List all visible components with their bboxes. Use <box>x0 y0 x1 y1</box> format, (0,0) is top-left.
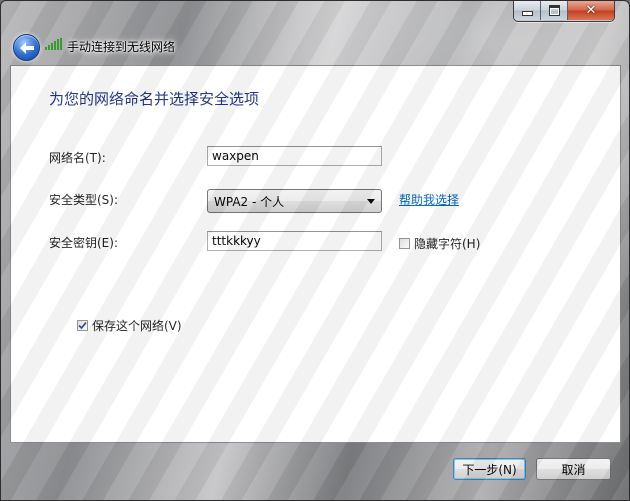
save-network-label: 保存这个网络(V) <box>92 319 182 333</box>
close-icon: ✕ <box>585 3 597 18</box>
wireless-signal-icon <box>45 38 62 50</box>
chevron-down-icon <box>367 198 375 204</box>
save-network-option[interactable]: 保存这个网络(V) <box>77 317 182 334</box>
security-type-label: 安全类型(S): <box>49 193 119 207</box>
save-network-checkbox[interactable] <box>77 320 88 331</box>
hide-characters-option[interactable]: 隐藏字符(H) <box>399 235 480 252</box>
window-title: 手动连接到无线网络 <box>67 40 176 54</box>
maximize-button[interactable] <box>541 1 568 20</box>
back-button[interactable] <box>13 34 40 61</box>
caption-buttons: ✕ <box>513 1 615 22</box>
window-frame: ✕ 手动连接到无线网络 为您的网络命名并选择安全选项 网络名(T): waxpe… <box>0 0 630 501</box>
security-type-select[interactable]: WPA2 - 个人 <box>207 189 382 213</box>
cancel-button[interactable]: 取消 <box>536 458 611 480</box>
security-key-input[interactable]: tttkkkyy <box>207 231 382 251</box>
page-heading: 为您的网络命名并选择安全选项 <box>49 90 260 108</box>
back-arrow-icon <box>19 41 34 54</box>
hide-characters-checkbox[interactable] <box>399 238 410 249</box>
checkmark-icon <box>78 321 87 330</box>
content-panel: 为您的网络命名并选择安全选项 网络名(T): waxpen 安全类型(S): W… <box>10 65 621 443</box>
minimize-icon <box>521 11 533 16</box>
security-type-value: WPA2 - 个人 <box>214 194 285 209</box>
hide-characters-label: 隐藏字符(H) <box>414 237 481 251</box>
maximize-icon <box>548 5 560 16</box>
close-button[interactable]: ✕ <box>568 1 614 20</box>
minimize-button[interactable] <box>514 1 541 20</box>
network-name-input[interactable]: waxpen <box>207 146 382 166</box>
network-name-label: 网络名(T): <box>49 151 106 165</box>
next-button[interactable]: 下一步(N) <box>453 458 526 480</box>
security-key-label: 安全密钥(E): <box>49 236 118 250</box>
help-me-choose-link[interactable]: 帮助我选择 <box>399 191 459 208</box>
